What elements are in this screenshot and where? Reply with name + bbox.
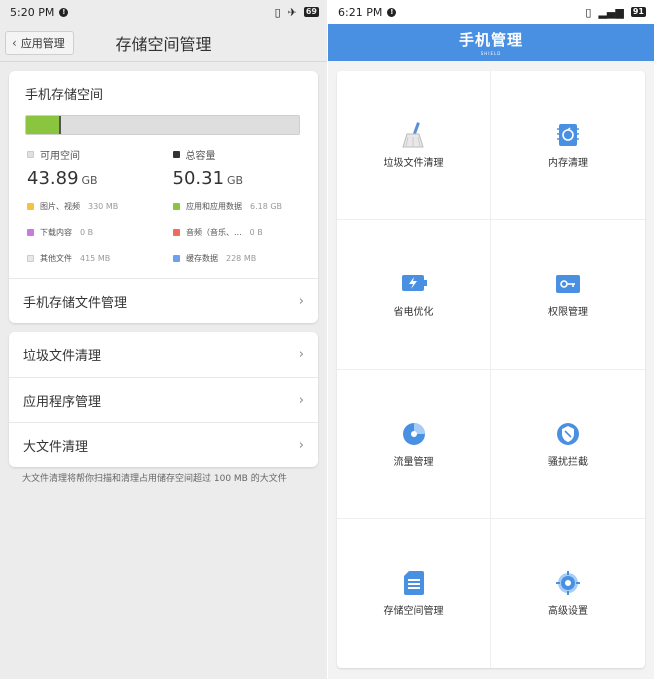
- storage-file-management-label: 手机存储文件管理: [23, 295, 128, 311]
- tile-memory-cleanup[interactable]: 内存清理: [491, 71, 645, 221]
- gear-icon: [554, 569, 582, 597]
- vibrate-icon: ▯: [274, 5, 281, 19]
- available-swatch: [27, 151, 34, 158]
- vibrate-icon: ▯: [585, 5, 592, 19]
- chevron-right-icon: ›: [298, 293, 304, 309]
- legend-item: 其他文件 415 MB: [27, 253, 173, 264]
- total-value: 50.31: [172, 168, 225, 189]
- storage-usage-bar: [25, 115, 300, 135]
- chevron-right-icon: ›: [298, 437, 304, 453]
- chevron-right-icon: ›: [298, 392, 304, 408]
- signal-icon: ▂▄▆: [598, 5, 624, 19]
- title-bar: ‹ 应用管理 存储空间管理: [0, 24, 327, 62]
- tile-label: 流量管理: [393, 456, 434, 468]
- junk-cleanup-row[interactable]: 垃圾文件清理 ›: [9, 332, 318, 377]
- storage-heading: 手机存储空间: [25, 88, 104, 103]
- notification-icon: !: [387, 7, 397, 17]
- junk-cleanup-label: 垃圾文件清理: [23, 349, 102, 364]
- data-usage-icon: [400, 420, 428, 448]
- total-label: 总容量: [185, 151, 216, 162]
- storage-card: 手机存储空间 可用空间 43.89 GB 总容量 50.31 GB 图片、视频 …: [9, 71, 318, 323]
- tile-harassment-blocking[interactable]: 骚扰拦截: [491, 370, 645, 519]
- app-management-row[interactable]: 应用程序管理 ›: [9, 377, 318, 422]
- tile-data-management[interactable]: 流量管理: [337, 369, 491, 519]
- legend-swatch: [27, 229, 34, 236]
- shield-block-icon: [554, 420, 582, 448]
- total-capacity: 总容量 50.31 GB: [172, 147, 319, 189]
- app-header: 手机管理 SHIELD: [328, 24, 654, 61]
- status-time: 6:21 PM: [338, 5, 383, 19]
- storage-legend: 图片、视频 330 MB 应用和应用数据 6.18 GB 下载内容 0 B 音频（音乐…: [9, 189, 318, 264]
- battery-bolt-icon: [400, 270, 428, 298]
- tile-label: 权限管理: [548, 307, 588, 319]
- battery-icon: 91: [630, 7, 646, 17]
- legend-swatch: [173, 255, 180, 262]
- large-file-cleanup-row[interactable]: 大文件清理 ›: [9, 422, 318, 467]
- total-swatch: [172, 151, 180, 158]
- tile-storage-management[interactable]: 存储空间管理: [337, 518, 491, 668]
- tile-label: 省电优化: [393, 307, 434, 319]
- legend-swatch: [173, 229, 180, 236]
- chevron-right-icon: ›: [298, 347, 304, 362]
- tile-label: 高级设置: [548, 606, 588, 618]
- app-subtitle: SHIELD: [480, 51, 502, 56]
- battery-icon: 69: [303, 7, 319, 17]
- legend-item: 下载内容 0 B: [27, 227, 173, 238]
- tile-label: 存储空间管理: [383, 606, 444, 618]
- available-label: 可用空间: [40, 151, 80, 162]
- legend-swatch: [27, 255, 34, 262]
- app-title: 手机管理: [458, 31, 523, 49]
- large-file-footnote: 大文件清理将帮你扫描和清理占用储存空间超过 100 MB 的大文件: [22, 474, 287, 484]
- page-title: 存储空间管理: [115, 34, 212, 54]
- tile-label: 内存清理: [548, 158, 588, 170]
- legend-swatch: [27, 203, 34, 210]
- tile-permission-management[interactable]: 权限管理: [491, 220, 645, 370]
- legend-item: 缓存数据 228 MB: [173, 253, 319, 264]
- legend-swatch: [173, 203, 180, 210]
- app-management-label: 应用程序管理: [23, 394, 102, 410]
- memory-chip-icon: [554, 121, 582, 149]
- broom-icon: [400, 121, 428, 149]
- tile-power-saving[interactable]: 省电优化: [337, 220, 491, 370]
- legend-item: 应用和应用数据 6.18 GB: [173, 201, 319, 212]
- back-button[interactable]: ‹ 应用管理: [5, 31, 74, 55]
- back-button-label: 应用管理: [20, 37, 65, 50]
- chevron-left-icon: ‹: [12, 36, 17, 50]
- storage-totals: 可用空间 43.89 GB 总容量 50.31 GB: [9, 147, 318, 189]
- large-file-cleanup-label: 大文件清理: [23, 439, 89, 455]
- tile-advanced-settings[interactable]: 高级设置: [491, 519, 645, 668]
- storage-management-screen: 5:20 PM ! ▯ ✈ 69 ‹ 应用管理 存储空间管理 手机存储空间 可用…: [0, 0, 327, 679]
- airplane-icon: ✈: [287, 5, 297, 19]
- tile-label: 骚扰拦截: [548, 456, 588, 468]
- tile-junk-cleanup[interactable]: 垃圾文件清理: [337, 71, 491, 221]
- legend-item: 图片、视频 330 MB: [27, 201, 173, 212]
- phone-manager-screen: 6:21 PM ! ▯ ▂▄▆ 91 手机管理 SHIELD 垃圾文件清理 内存…: [328, 0, 654, 679]
- status-time: 5:20 PM: [10, 5, 55, 19]
- notification-icon: !: [59, 7, 69, 17]
- available-value: 43.89: [27, 168, 79, 189]
- available-unit: GB: [81, 174, 98, 187]
- key-card-icon: [554, 270, 582, 298]
- tool-grid: 垃圾文件清理 内存清理 省电优化 权限管理 流量管理 骚扰拦截 存储空间管理 高…: [337, 71, 645, 668]
- storage-usage-bar-fill: [26, 116, 62, 134]
- sd-card-icon: [400, 569, 428, 597]
- status-bar: 6:21 PM ! ▯ ▂▄▆ 91: [328, 0, 654, 24]
- tile-label: 垃圾文件清理: [383, 158, 444, 170]
- available-space: 可用空间 43.89 GB: [27, 147, 173, 189]
- status-bar: 5:20 PM ! ▯ ✈ 69: [0, 0, 327, 24]
- tools-list: 垃圾文件清理 › 应用程序管理 › 大文件清理 ›: [9, 332, 318, 467]
- total-unit: GB: [227, 174, 244, 187]
- storage-file-management-row[interactable]: 手机存储文件管理 ›: [9, 278, 318, 323]
- legend-item: 音频（音乐、... 0 B: [173, 227, 319, 238]
